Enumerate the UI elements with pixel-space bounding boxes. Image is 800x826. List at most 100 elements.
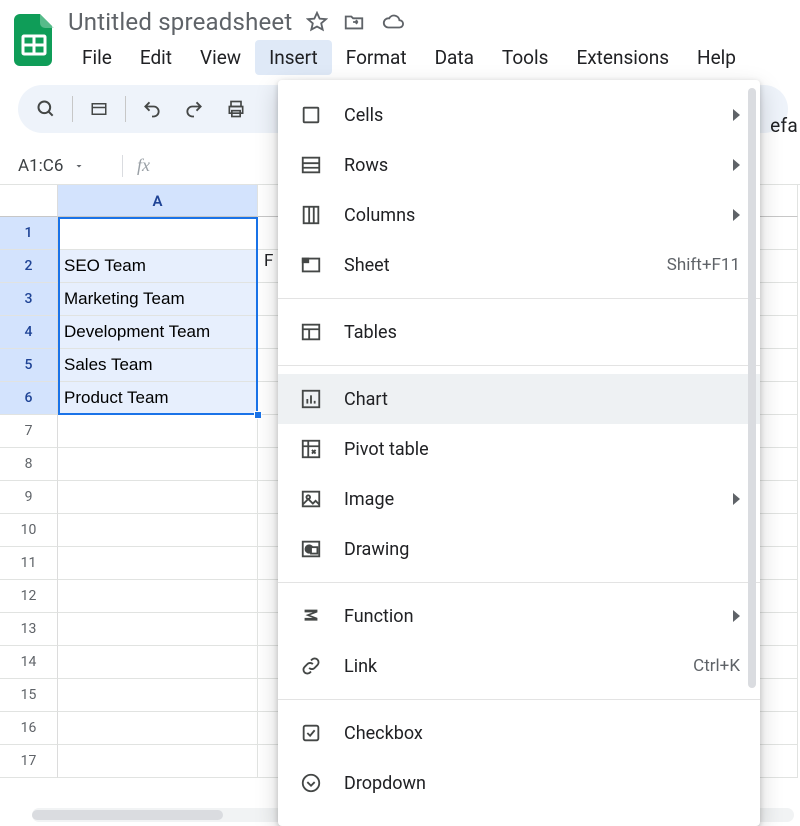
name-box[interactable]: A1:C6 xyxy=(12,156,112,176)
menu-item-label: Tables xyxy=(344,322,740,343)
cell[interactable] xyxy=(58,481,258,514)
cell[interactable] xyxy=(58,514,258,547)
menu-format[interactable]: Format xyxy=(332,40,421,75)
menus-icon[interactable] xyxy=(79,89,119,129)
cell-peek-B1: F xyxy=(264,251,273,271)
menu-item-image[interactable]: Image xyxy=(278,474,760,524)
row-header[interactable]: 1 xyxy=(0,217,58,250)
submenu-arrow-icon xyxy=(733,159,740,171)
menu-bar: File Edit View Insert Format Data Tools … xyxy=(68,40,750,75)
cell[interactable] xyxy=(58,448,258,481)
menu-item-rows[interactable]: Rows xyxy=(278,140,760,190)
chart-icon xyxy=(298,388,324,410)
cell[interactable] xyxy=(58,580,258,613)
row-header[interactable]: 16 xyxy=(0,712,58,745)
row-header[interactable]: 14 xyxy=(0,646,58,679)
cell[interactable] xyxy=(58,745,258,778)
menu-item-drawing[interactable]: Drawing xyxy=(278,524,760,574)
cell[interactable]: Marketing Team xyxy=(58,283,258,316)
menu-item-label: Checkbox xyxy=(344,723,740,744)
star-icon[interactable] xyxy=(306,11,328,33)
row-header[interactable]: 6 xyxy=(0,382,58,415)
submenu-arrow-icon xyxy=(733,493,740,505)
menu-separator xyxy=(278,298,760,299)
truncated-text: efa xyxy=(770,114,798,137)
sheets-logo-icon[interactable] xyxy=(12,14,56,66)
row-header[interactable]: 5 xyxy=(0,349,58,382)
menu-item-label: Image xyxy=(344,489,713,510)
document-title[interactable]: Untitled spreadsheet xyxy=(68,8,292,36)
cell[interactable] xyxy=(58,217,258,250)
toolbar-separator xyxy=(72,96,73,122)
menu-item-label: Sheet xyxy=(344,255,647,276)
menu-extensions[interactable]: Extensions xyxy=(562,40,683,75)
row-header[interactable]: 12 xyxy=(0,580,58,613)
menu-view[interactable]: View xyxy=(186,40,255,75)
row-header[interactable]: 15 xyxy=(0,679,58,712)
row-header[interactable]: 3 xyxy=(0,283,58,316)
app-root: { "title": "Untitled spreadsheet", "menu… xyxy=(0,0,800,826)
menu-item-pivot-table[interactable]: Pivot table xyxy=(278,424,760,474)
move-folder-icon[interactable] xyxy=(342,11,366,33)
columns-icon xyxy=(298,204,324,226)
menu-item-link[interactable]: LinkCtrl+K xyxy=(278,641,760,691)
row-header[interactable]: 9 xyxy=(0,481,58,514)
select-all-corner[interactable] xyxy=(0,185,58,217)
menu-item-function[interactable]: Function xyxy=(278,591,760,641)
row-header[interactable]: 17 xyxy=(0,745,58,778)
menu-item-label: Function xyxy=(344,606,713,627)
redo-button[interactable] xyxy=(174,89,214,129)
menu-item-checkbox[interactable]: Checkbox xyxy=(278,708,760,758)
menu-item-sheet[interactable]: SheetShift+F11 xyxy=(278,240,760,290)
print-button[interactable] xyxy=(216,89,256,129)
menu-item-chart[interactable]: Chart xyxy=(278,374,760,424)
menu-item-dropdown[interactable]: Dropdown xyxy=(278,758,760,808)
menu-edit[interactable]: Edit xyxy=(126,40,186,75)
tables-icon xyxy=(298,321,324,343)
row-header[interactable]: 8 xyxy=(0,448,58,481)
fx-icon: fx xyxy=(137,155,150,176)
title-bar: Untitled spreadsheet File Edit View Inse… xyxy=(0,0,800,75)
row-header[interactable]: 7 xyxy=(0,415,58,448)
menu-help[interactable]: Help xyxy=(683,40,750,75)
search-button[interactable] xyxy=(26,89,66,129)
cell[interactable] xyxy=(58,613,258,646)
cell[interactable] xyxy=(58,646,258,679)
cell[interactable] xyxy=(58,547,258,580)
row-header[interactable]: 10 xyxy=(0,514,58,547)
menu-tools[interactable]: Tools xyxy=(488,40,563,75)
cell[interactable]: Sales Team xyxy=(58,349,258,382)
menu-item-columns[interactable]: Columns xyxy=(278,190,760,240)
cloud-status-icon[interactable] xyxy=(380,11,406,33)
pivot-icon xyxy=(298,438,324,460)
row-header[interactable]: 11 xyxy=(0,547,58,580)
menu-item-tables[interactable]: Tables xyxy=(278,307,760,357)
submenu-arrow-icon xyxy=(733,610,740,622)
cell[interactable]: Development Team xyxy=(58,316,258,349)
menu-file[interactable]: File xyxy=(68,40,126,75)
row-header[interactable]: 4 xyxy=(0,316,58,349)
dropdown-scrollbar[interactable] xyxy=(748,88,756,688)
scrollbar-thumb[interactable] xyxy=(32,810,223,820)
menu-shortcut: Ctrl+K xyxy=(693,656,740,676)
column-header-A[interactable]: A xyxy=(58,185,258,217)
rows-icon xyxy=(298,154,324,176)
cell[interactable]: Product Team xyxy=(58,382,258,415)
menu-item-cells[interactable]: Cells xyxy=(278,90,760,140)
cells-icon xyxy=(298,104,324,126)
menu-item-label: Cells xyxy=(344,105,713,126)
menu-separator xyxy=(278,699,760,700)
autofill-handle[interactable] xyxy=(254,411,262,419)
row-header[interactable]: 13 xyxy=(0,613,58,646)
menu-data[interactable]: Data xyxy=(421,40,488,75)
insert-menu-dropdown: Cells Rows Columns SheetShift+F11 Tables Char… xyxy=(278,80,760,826)
menu-insert[interactable]: Insert xyxy=(255,40,332,75)
cell[interactable]: SEO Team xyxy=(58,250,258,283)
undo-button[interactable] xyxy=(132,89,172,129)
cell[interactable] xyxy=(58,415,258,448)
cell[interactable] xyxy=(58,712,258,745)
row-header[interactable]: 2 xyxy=(0,250,58,283)
menu-separator xyxy=(278,365,760,366)
menu-item-label: Columns xyxy=(344,205,713,226)
cell[interactable] xyxy=(58,679,258,712)
